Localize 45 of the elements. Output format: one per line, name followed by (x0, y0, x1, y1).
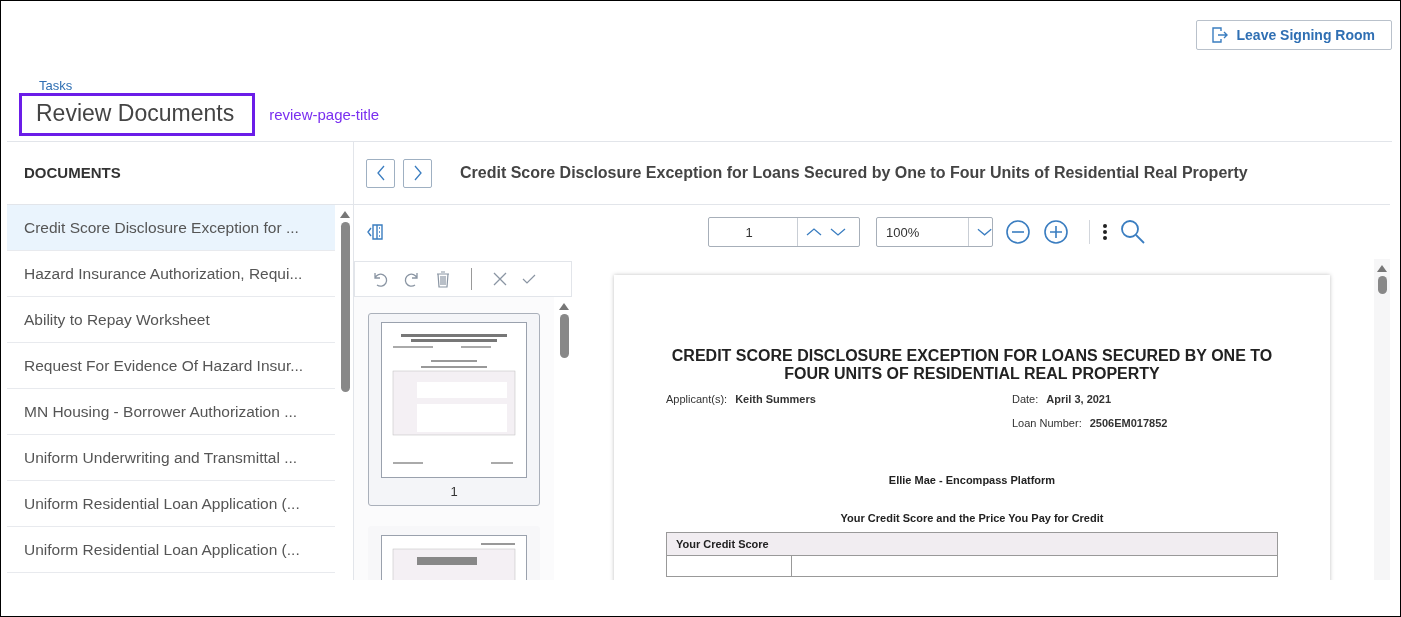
document-list-item[interactable]: Uniform Underwriting and Transmittal ... (7, 435, 335, 481)
page-thumbnail[interactable]: 1 (368, 313, 540, 506)
more-icon[interactable] (1102, 223, 1108, 241)
document-title: Credit Score Disclosure Exception for Loans Secured by One to Four Units of Residential Real Property (460, 164, 1248, 182)
field-value: April 3, 2021 (1046, 393, 1112, 405)
leave-signing-room-button[interactable]: Leave Signing Room (1195, 20, 1392, 50)
document-list-item[interactable]: MN Housing - Borrower Authorization ... (7, 389, 335, 435)
field-label: Date: (1012, 393, 1039, 405)
breadcrumb-link[interactable]: Tasks (39, 78, 73, 93)
sidebar-toggle-icon[interactable] (366, 223, 384, 241)
document-list-item[interactable]: Request For Evidence Of Hazard Insur... (7, 343, 335, 389)
document-heading: CREDIT SCORE DISCLOSURE EXCEPTION FOR LOANS SECURED BY ONE TO FOUR UNITS OF RESIDENTIAL REAL PROPERTY (670, 347, 1274, 383)
field-value: Keith Summers (735, 393, 816, 405)
page-title: Review Documents (19, 93, 256, 136)
zoom-dropdown[interactable]: 100% (876, 217, 993, 247)
document-list-item[interactable]: Ability to Repay Worksheet (7, 297, 335, 343)
field-value: 2506EM017852 (1089, 417, 1168, 429)
undo-icon[interactable] (371, 270, 389, 288)
trash-icon[interactable] (435, 270, 451, 288)
table-header: Your Credit Score (667, 533, 1277, 556)
document-list-item[interactable]: Uniform Residential Loan Application (... (7, 481, 335, 527)
chevron-up-icon[interactable] (806, 227, 822, 237)
field-label: Loan Number: (1012, 417, 1082, 429)
redo-icon[interactable] (403, 270, 421, 288)
chevron-left-icon (375, 165, 386, 181)
checkmark-icon[interactable] (522, 273, 536, 285)
field-label: Applicant(s): (666, 393, 728, 405)
close-icon[interactable] (492, 271, 508, 287)
annotation-label: review-page-title (269, 106, 380, 123)
next-button[interactable] (403, 158, 432, 188)
search-icon[interactable] (1120, 219, 1146, 245)
chevron-right-icon (412, 165, 423, 181)
document-list-item[interactable]: Hazard Insurance Authorization, Requi... (7, 251, 335, 297)
previous-button[interactable] (366, 158, 395, 188)
exit-icon (1210, 26, 1229, 44)
zoom-out-icon[interactable] (1005, 219, 1031, 245)
chevron-down-icon (976, 227, 992, 237)
page-number-field[interactable]: 1 (708, 217, 860, 247)
document-list-item[interactable]: Uniform Residential Loan Application (... (7, 527, 335, 573)
chevron-down-icon[interactable] (830, 227, 846, 237)
organization-name: Ellie Mae - Encompass Platform (887, 474, 1057, 486)
zoom-in-icon[interactable] (1043, 219, 1069, 245)
scrollbar[interactable] (1374, 259, 1390, 580)
section-subtitle: Your Credit Score and the Price You Pay for Credit (839, 512, 1105, 524)
document-list-item[interactable]: Credit Score Disclosure Exception for ... (7, 205, 335, 251)
